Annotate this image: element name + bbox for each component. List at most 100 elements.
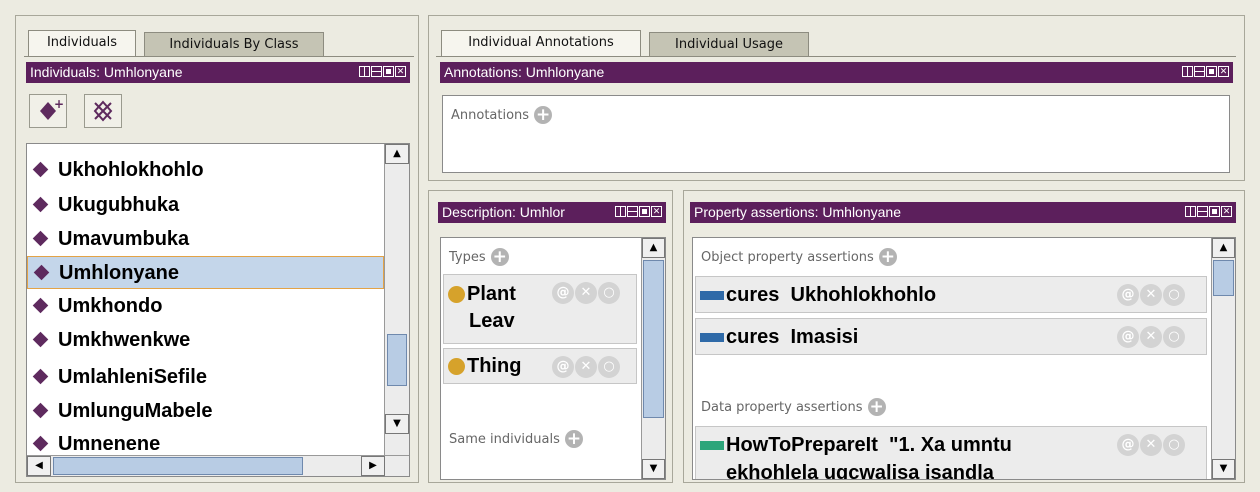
annotations-title-bar: Annotations: Umhlonyane ✕ [440, 62, 1233, 83]
card-actions: @ ✕ ○ [1116, 283, 1185, 306]
type-label: Plant Leav [448, 281, 516, 335]
object-assertion-row[interactable]: cures Ukhohlokhohlo @ ✕ ○ [695, 276, 1207, 313]
data-property-header: Data property assertions + [701, 396, 886, 416]
list-item-umavumbuka[interactable]: Umavumbuka [27, 223, 384, 256]
data-property-icon [700, 441, 724, 451]
scroll-right-button[interactable]: ▶ [361, 456, 385, 476]
delete-icon[interactable]: ✕ [575, 282, 597, 304]
close-icon[interactable]: ✕ [1218, 66, 1229, 77]
annotate-icon[interactable]: @ [1117, 434, 1139, 456]
delete-icon[interactable]: ✕ [575, 356, 597, 378]
maximize-icon[interactable] [383, 66, 394, 77]
same-individuals-label: Same individuals [449, 432, 560, 447]
list-item-ukugubhuka[interactable]: Ukugubhuka [27, 189, 384, 222]
list-item-umnenene[interactable]: Umnenene [27, 428, 384, 454]
view-controls[interactable]: ✕ [1185, 206, 1232, 217]
card-actions: @ ✕ ○ [551, 355, 620, 378]
add-individual-button[interactable]: + [29, 94, 67, 128]
scroll-thumb[interactable] [643, 260, 664, 418]
scroll-down-button[interactable]: ▼ [1212, 459, 1235, 479]
minimize-icon[interactable] [371, 66, 382, 77]
list-item-ukhohlokhohlo[interactable]: Ukhohlokhohlo [27, 154, 384, 187]
close-icon[interactable]: ✕ [1221, 206, 1232, 217]
list-item-umhlonyane[interactable]: Umhlonyane [27, 256, 384, 289]
add-type-icon[interactable]: + [490, 247, 509, 266]
scroll-down-button[interactable]: ▼ [642, 459, 665, 479]
description-scrollbar[interactable]: ▲ ▼ [641, 238, 665, 479]
add-same-individual-icon[interactable]: + [564, 429, 583, 448]
svg-text:+: + [54, 97, 64, 111]
maximize-icon[interactable] [639, 206, 650, 217]
individuals-horizontal-scrollbar[interactable]: ◀ ▶ [27, 455, 409, 476]
scroll-up-button[interactable]: ▲ [385, 144, 409, 164]
assertion-text: HowToPrepareIt "1. Xa umntu ekhohlela ug… [700, 431, 1012, 479]
object-property-label: Object property assertions [701, 250, 874, 265]
edit-icon[interactable]: ○ [598, 282, 620, 304]
property-assertions-title-bar: Property assertions: Umhlonyane ✕ [690, 202, 1236, 223]
annotate-icon[interactable]: @ [552, 356, 574, 378]
individual-icon [32, 402, 49, 419]
scroll-up-button[interactable]: ▲ [1212, 238, 1235, 258]
edit-icon[interactable]: ○ [1163, 284, 1185, 306]
view-controls[interactable]: ✕ [1182, 66, 1229, 77]
list-item-umlahlenisefile[interactable]: UmlahleniSefile [27, 361, 384, 394]
edit-icon[interactable]: ○ [1163, 326, 1185, 348]
scroll-thumb[interactable] [1213, 260, 1234, 296]
tab-individual-annotations[interactable]: Individual Annotations [441, 30, 641, 56]
individual-icon [32, 230, 49, 247]
tab-strip-line [24, 56, 414, 57]
data-assertion-row[interactable]: HowToPrepareIt "1. Xa umntu ekhohlela ug… [695, 426, 1207, 479]
individuals-vertical-scrollbar[interactable]: ▲ ▼ [384, 144, 409, 455]
type-label: Thing [448, 353, 521, 380]
tab-individual-usage[interactable]: Individual Usage [649, 32, 809, 56]
edit-icon[interactable]: ○ [598, 356, 620, 378]
type-card-plant-leaf[interactable]: Plant Leav @ ✕ ○ [443, 274, 637, 344]
delete-icon[interactable]: ✕ [1140, 326, 1162, 348]
add-annotation-icon[interactable]: + [534, 105, 553, 124]
scroll-left-button[interactable]: ◀ [27, 456, 51, 476]
maximize-icon[interactable] [1206, 66, 1217, 77]
assertion-text: cures Ukhohlokhohlo [700, 281, 936, 309]
minimize-icon[interactable] [1197, 206, 1208, 217]
split-icon[interactable] [1185, 206, 1196, 217]
edit-icon[interactable]: ○ [1163, 434, 1185, 456]
add-object-property-icon[interactable]: + [878, 247, 897, 266]
minimize-icon[interactable] [627, 206, 638, 217]
split-icon[interactable] [359, 66, 370, 77]
split-icon[interactable] [615, 206, 626, 217]
delete-icon[interactable]: ✕ [1140, 284, 1162, 306]
close-icon[interactable]: ✕ [395, 66, 406, 77]
property-assertions-scrollbar[interactable]: ▲ ▼ [1211, 238, 1235, 479]
annotate-icon[interactable]: @ [552, 282, 574, 304]
view-controls[interactable]: ✕ [615, 206, 662, 217]
add-data-property-icon[interactable]: + [867, 397, 886, 416]
tab-individuals[interactable]: Individuals [28, 30, 136, 56]
object-property-header: Object property assertions + [701, 246, 897, 266]
annotate-icon[interactable]: @ [1117, 284, 1139, 306]
object-property-icon [700, 333, 724, 343]
delete-individual-icon [93, 100, 113, 122]
tab-individuals-by-class[interactable]: Individuals By Class [144, 32, 324, 56]
class-icon [448, 358, 465, 376]
individual-icon [32, 161, 49, 178]
object-assertion-row[interactable]: cures Imasisi @ ✕ ○ [695, 318, 1207, 355]
type-card-thing[interactable]: Thing @ ✕ ○ [443, 348, 637, 384]
list-item-umlungumabele[interactable]: UmlunguMabele [27, 395, 384, 428]
annotate-icon[interactable]: @ [1117, 326, 1139, 348]
split-icon[interactable] [1182, 66, 1193, 77]
description-title-bar: Description: Umhlor ✕ [438, 202, 666, 223]
list-item-umkhwenkwe[interactable]: Umkhwenkwe [27, 324, 384, 357]
maximize-icon[interactable] [1209, 206, 1220, 217]
delete-individual-button[interactable] [84, 94, 122, 128]
view-controls[interactable]: ✕ [359, 66, 406, 77]
horizontal-scroll-thumb[interactable] [53, 457, 303, 475]
minimize-icon[interactable] [1194, 66, 1205, 77]
property-assertions-content: Object property assertions + cures Ukhoh… [692, 237, 1236, 480]
annotations-content: Annotations + [442, 95, 1230, 173]
scroll-up-button[interactable]: ▲ [642, 238, 665, 258]
close-icon[interactable]: ✕ [651, 206, 662, 217]
delete-icon[interactable]: ✕ [1140, 434, 1162, 456]
list-item-umkhondo[interactable]: Umkhondo [27, 290, 384, 323]
scroll-down-button[interactable]: ▼ [385, 414, 409, 434]
scroll-thumb[interactable] [387, 334, 407, 386]
